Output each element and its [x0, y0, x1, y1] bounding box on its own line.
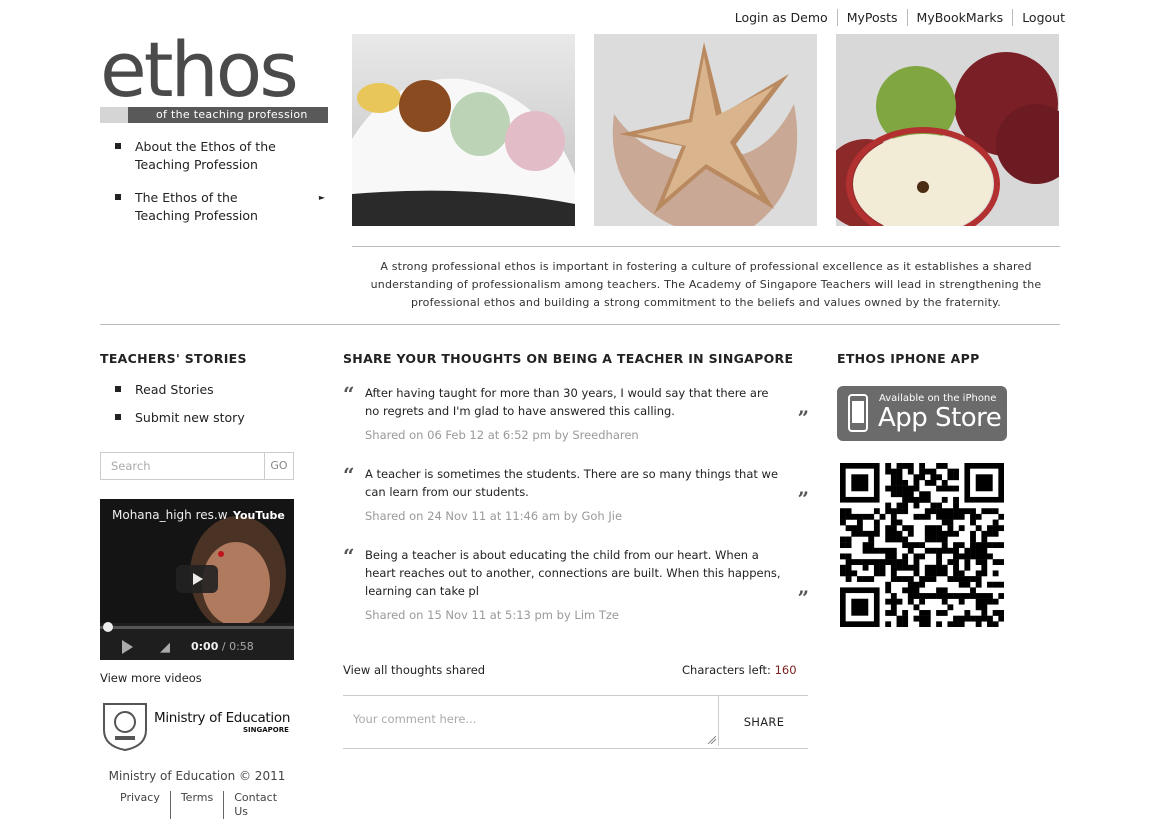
- video-title: Mohana_high res.w: [112, 508, 228, 522]
- terms-link[interactable]: Terms: [169, 791, 223, 819]
- photo-starfish: [594, 34, 817, 226]
- play-icon: [193, 573, 203, 585]
- characters-left-count: 160: [774, 663, 797, 677]
- top-nav: Login as Demo MyPosts MyBookMarks Logout: [726, 9, 1065, 26]
- photo-apples: [836, 34, 1059, 226]
- search-go-button[interactable]: GO: [264, 453, 293, 479]
- qr-code-icon[interactable]: [840, 463, 1005, 628]
- myposts-link[interactable]: MyPosts: [836, 9, 907, 26]
- contact-link[interactable]: Contact Us: [223, 791, 290, 819]
- stories-heading: TEACHERS' STORIES: [100, 351, 247, 366]
- sidenav-item-about[interactable]: About the Ethos of the Teaching Professi…: [115, 138, 325, 174]
- thought-item: “ A teacher is sometimes the students. T…: [343, 463, 809, 523]
- moe-logo[interactable]: Ministry of Education SINGAPORE: [100, 700, 294, 752]
- open-quote-icon: “: [343, 382, 355, 406]
- login-demo-link[interactable]: Login as Demo: [726, 9, 837, 26]
- copyright: Ministry of Education © 2011: [108, 769, 286, 783]
- open-quote-icon: “: [343, 544, 355, 568]
- logo-tagline: of the teaching profession: [156, 108, 308, 121]
- share-button[interactable]: SHARE: [720, 696, 808, 748]
- thought-text: Being a teacher is about educating the c…: [365, 548, 781, 598]
- video-player[interactable]: Mohana_high res.w YouTube ◢ 0:00 / 0:58: [100, 499, 294, 660]
- divider: [100, 324, 1060, 325]
- badge-main-text: App Store: [878, 403, 1002, 433]
- thought-meta: Shared on 06 Feb 12 at 6:52 pm by Sreedh…: [365, 428, 639, 442]
- volume-icon[interactable]: ◢: [160, 640, 170, 655]
- comment-placeholder: Your comment here...: [353, 712, 477, 726]
- video-time: 0:00 / 0:58: [191, 640, 254, 653]
- privacy-link[interactable]: Privacy: [110, 791, 170, 819]
- side-nav: About the Ethos of the Teaching Professi…: [115, 138, 325, 240]
- moe-crest-icon: [103, 703, 147, 752]
- search-box: Search GO: [100, 452, 294, 480]
- sidenav-item-ethos[interactable]: The Ethos of the Teaching Profession ►: [115, 189, 325, 225]
- ethos-logo[interactable]: ethos of the teaching profession: [100, 30, 328, 125]
- submit-story-link[interactable]: Submit new story: [115, 409, 245, 427]
- comment-form: Your comment here... SHARE: [343, 695, 808, 749]
- thought-item: “ After having taught for more than 30 y…: [343, 382, 809, 442]
- read-stories-link[interactable]: Read Stories: [115, 381, 245, 399]
- thought-meta: Shared on 15 Nov 11 at 5:13 pm by Lim Tz…: [365, 608, 620, 622]
- logo-word: ethos: [100, 25, 299, 114]
- play-button-overlay[interactable]: [176, 565, 218, 593]
- thought-item: “ Being a teacher is about educating the…: [343, 544, 809, 622]
- logout-link[interactable]: Logout: [1012, 9, 1065, 26]
- intro-text: A strong professional ethos is important…: [352, 246, 1060, 312]
- submenu-arrow-icon: ►: [318, 193, 325, 202]
- logo-bar: of the teaching profession: [100, 107, 328, 123]
- iphone-icon: [848, 394, 868, 432]
- close-quote-icon: ”: [797, 586, 809, 610]
- youtube-logo: YouTube: [233, 509, 285, 522]
- close-quote-icon: ”: [797, 406, 809, 430]
- resize-grip-icon[interactable]: [708, 736, 716, 744]
- open-quote-icon: “: [343, 463, 355, 487]
- share-heading: SHARE YOUR THOUGHTS ON BEING A TEACHER I…: [343, 351, 794, 366]
- thought-text: A teacher is sometimes the students. The…: [365, 467, 779, 499]
- video-scrubber[interactable]: [103, 622, 113, 632]
- thought-text: After having taught for more than 30 yea…: [365, 386, 769, 418]
- app-heading: ETHOS IPHONE APP: [837, 351, 980, 366]
- view-more-videos-link[interactable]: View more videos: [100, 671, 202, 685]
- app-store-badge[interactable]: Available on the iPhone App Store: [837, 386, 1007, 441]
- moe-sub: SINGAPORE: [243, 726, 289, 734]
- close-quote-icon: ”: [797, 487, 809, 511]
- comment-textarea[interactable]: Your comment here...: [343, 696, 719, 746]
- mybookmarks-link[interactable]: MyBookMarks: [906, 9, 1013, 26]
- play-small-icon[interactable]: [122, 640, 133, 654]
- characters-left: Characters left: 160: [682, 663, 797, 677]
- search-input[interactable]: Search: [111, 459, 151, 473]
- photo-sweets: [352, 34, 575, 226]
- thought-meta: Shared on 24 Nov 11 at 11:46 am by Goh J…: [365, 509, 623, 523]
- footer-links: Privacy Terms Contact Us: [110, 791, 290, 819]
- stories-list: Read Stories Submit new story: [115, 381, 245, 437]
- view-all-thoughts-link[interactable]: View all thoughts shared: [343, 663, 485, 677]
- moe-name: Ministry of Education: [154, 710, 291, 726]
